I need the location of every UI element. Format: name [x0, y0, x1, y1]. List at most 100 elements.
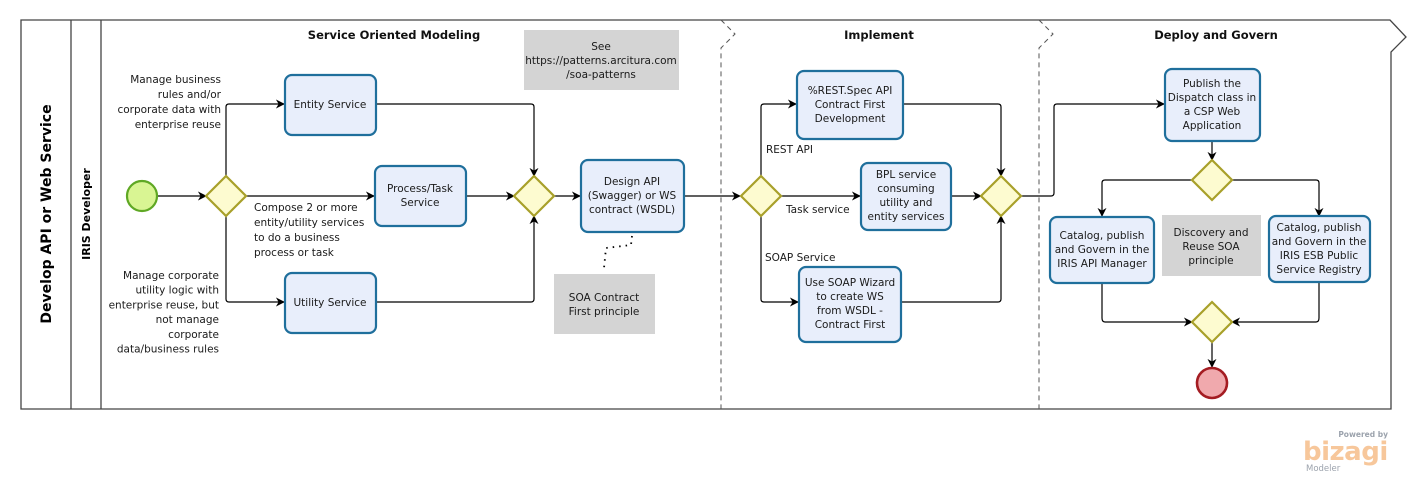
text-line: See [591, 41, 611, 53]
text-line: /soa-patterns [566, 69, 636, 81]
text-line: entity/utility services [254, 217, 364, 229]
text-line: corporate data with [117, 104, 221, 116]
task-catalog-api-manager[interactable]: Catalog, publish and Govern in the IRIS AP… [1048, 215, 1156, 285]
process-diagram: Develop API or Web Service IRIS Develope… [20, 19, 1407, 474]
flow-utility-to-gateway2 [376, 215, 539, 303]
annotation-soa-contract-box [554, 274, 655, 334]
text-line: utility and [880, 197, 933, 209]
text-line: Use SOAP Wizard [805, 277, 895, 289]
text-line: contract (WSDL) [589, 204, 675, 216]
text-line: Service [401, 197, 440, 209]
flow-gateway5-to-api-manager [1097, 179, 1192, 217]
flow-label-task-service: Task service [785, 204, 850, 216]
flow-label-to-process: Compose 2 or more entity/utility services… [254, 202, 364, 259]
gateway-catalog-split[interactable] [1190, 158, 1234, 202]
phase-title-implement: Implement [844, 28, 914, 42]
gateway-implementation-type[interactable] [739, 174, 783, 218]
text-line: entity services [868, 211, 945, 223]
flow-label-rest-api: REST API [766, 144, 813, 156]
phase-separator-1 [720, 19, 736, 409]
text-line: Application [1183, 120, 1242, 132]
task-rest-spec[interactable]: %REST.Spec API Contract First Development [795, 69, 905, 141]
text-line: to do a business [254, 232, 340, 244]
text-line: utility logic with [135, 285, 219, 297]
text-line: process or task [254, 247, 335, 259]
text-line: REST API [766, 144, 813, 156]
text-line: First principle [569, 306, 640, 318]
end-event[interactable] [1195, 366, 1229, 400]
text-line: Contract First [815, 99, 886, 111]
text-line: rules and/or [158, 89, 222, 101]
text-line: Design API [604, 176, 660, 188]
pool-title: Develop API or Web Service [39, 104, 55, 323]
text-line: Development [815, 113, 886, 125]
lane-title: IRIS Developer [80, 168, 93, 260]
text-line: IRIS ESB Public [1280, 250, 1359, 262]
text-line: principle [1188, 255, 1233, 267]
flow-label-soap-service: SOAP Service [765, 252, 835, 264]
flow-gateway5-to-esb [1232, 179, 1324, 217]
text-line: to create WS [816, 291, 884, 303]
task-utility-service[interactable]: Utility Service [283, 271, 378, 335]
text-line: Discovery and [1174, 227, 1249, 239]
text-line: and Govern in the [1055, 244, 1150, 256]
text-line: a CSP Web [1184, 106, 1241, 118]
text-line: not manage [156, 314, 219, 326]
text-line: BPL service [876, 169, 936, 181]
text-line: consuming [877, 183, 934, 195]
text-line: SOAP Service [765, 252, 835, 264]
text-line: Contract First [815, 319, 886, 331]
text-line: Utility Service [293, 297, 366, 309]
task-label: %REST.Spec API Contract First Development [808, 85, 893, 125]
text-line: data/business rules [117, 344, 219, 356]
gateway-merge-implementation[interactable] [979, 174, 1023, 218]
task-bpl-service[interactable]: BPL service consuming utility and entity se… [859, 161, 953, 232]
flow-label-to-utility: Manage corporate utility logic with enterp… [109, 270, 219, 356]
text-line: Catalog, publish [1060, 230, 1145, 242]
gateway-merge-services[interactable] [512, 174, 556, 218]
text-line: Manage business [130, 74, 221, 86]
task-label: Entity Service [294, 99, 367, 111]
task-catalog-esb-registry[interactable]: Catalog, publish and Govern in the IRIS ES… [1267, 214, 1372, 284]
text-line: Catalog, publish [1277, 222, 1362, 234]
text-line: Reuse SOA [1182, 241, 1240, 253]
flow-to-entity [225, 99, 285, 176]
text-line: Entity Service [294, 99, 367, 111]
task-label: Utility Service [293, 297, 366, 309]
text-line: enterprise reuse, but [109, 299, 219, 311]
modeler-text: Modeler [1306, 464, 1341, 474]
task-soap-wizard[interactable]: Use SOAP Wizard to create WS from WSDL - Co… [797, 265, 903, 344]
text-line: and Govern in the [1272, 236, 1367, 248]
phase-separator-2 [1038, 19, 1054, 409]
text-line: %REST.Spec API [808, 85, 893, 97]
flow-api-manager-to-gateway6 [1101, 283, 1193, 327]
text-line: Service Registry [1276, 264, 1361, 276]
flow-label-to-entity: Manage business rules and/or corporate dat… [117, 74, 221, 131]
gateway-service-type[interactable] [204, 174, 248, 218]
association-design-to-soa-contract [603, 235, 633, 269]
text-line: Publish the [1183, 78, 1241, 90]
flow-rest-api [760, 99, 797, 176]
text-line: enterprise reuse [135, 119, 221, 131]
bizagi-logo: bizagi [1303, 437, 1388, 467]
gateway-catalog-merge[interactable] [1190, 300, 1234, 344]
text-line: from WSDL - [817, 305, 883, 317]
text-line: (Swagger) or WS [588, 190, 677, 202]
task-label: Catalog, publish and Govern in the IRIS AP… [1055, 230, 1150, 270]
phase-title-modeling: Service Oriented Modeling [308, 28, 480, 42]
text-line: corporate [168, 329, 219, 341]
text-line: Compose 2 or more [254, 202, 358, 214]
flow-gateway4-to-publish [1021, 99, 1165, 197]
flow-esb-to-gateway6 [1231, 282, 1320, 327]
bizagi-branding: Powered by bizagi Modeler [1303, 430, 1388, 474]
text-line: https://patterns.arcitura.com [525, 55, 677, 67]
task-entity-service[interactable]: Entity Service [283, 73, 378, 137]
task-design-api[interactable]: Design API (Swagger) or WS contract (WSDL) [579, 158, 686, 234]
task-process-task-service[interactable]: Process/Task Service [373, 164, 468, 228]
text-line: Task service [785, 204, 850, 216]
text-line: IRIS API Manager [1057, 258, 1147, 270]
text-line: Process/Task [387, 183, 454, 195]
task-publish-dispatch[interactable]: Publish the Dispatch class in a CSP Web App… [1163, 67, 1262, 143]
start-event[interactable] [125, 179, 159, 213]
text-line: SOA Contract [569, 292, 639, 304]
